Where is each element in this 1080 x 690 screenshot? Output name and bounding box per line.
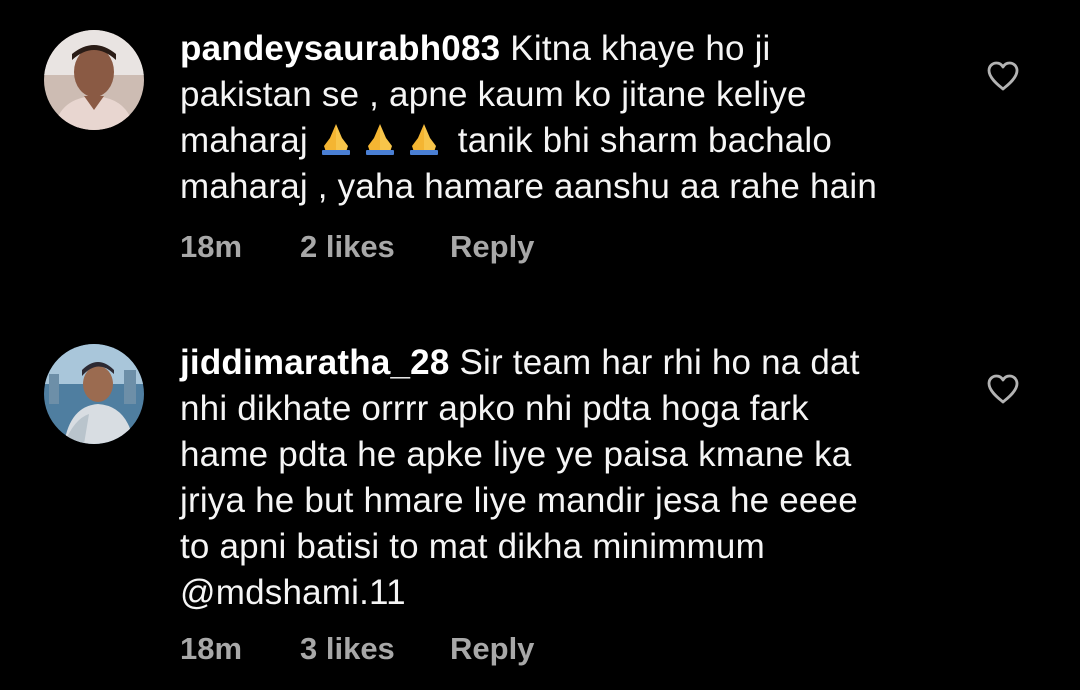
folded-hands-icon xyxy=(365,124,394,155)
reply-button[interactable]: Reply xyxy=(450,229,534,265)
comment-line: maharaj , yaha hamare aanshu aa rahe hai… xyxy=(180,167,877,206)
folded-hands-icon xyxy=(321,124,350,155)
comment-line-text: Sir team har rhi ho na dat xyxy=(459,343,860,382)
comment-meta: 18m 3 likes Reply xyxy=(180,631,534,667)
comment-line: hame pdta he apke liye ye paisa kmane ka xyxy=(180,435,852,474)
mention-link[interactable]: @mdshami.11 xyxy=(180,570,940,616)
comment-line: pakistan se , apne kaum ko jitane keliye xyxy=(180,75,807,114)
comment-line-text: tanik bhi sharm bachalo xyxy=(457,121,833,160)
heart-outline-icon xyxy=(987,61,1019,91)
heart-outline-icon xyxy=(987,374,1019,404)
comment-line: jriya he but hmare liye mandir jesa he e… xyxy=(180,481,858,520)
avatar-image xyxy=(44,30,144,130)
comment-line: to apni batisi to mat dikha minimmum xyxy=(180,527,765,566)
comment-item: pandeysaurabh083 Kitna khaye ho ji pakist… xyxy=(0,0,1080,300)
like-button[interactable] xyxy=(986,373,1020,405)
reply-button[interactable]: Reply xyxy=(450,631,534,667)
comment-username[interactable]: pandeysaurabh083 xyxy=(180,29,500,68)
emoji-group xyxy=(318,121,442,160)
comment-line: nhi dikhate orrrr apko nhi pdta hoga far… xyxy=(180,389,809,428)
comment-time: 18m xyxy=(180,631,243,666)
avatar[interactable] xyxy=(44,30,144,130)
folded-hands-icon xyxy=(409,124,438,155)
avatar[interactable] xyxy=(44,344,144,444)
comment-meta: 18m 2 likes Reply xyxy=(180,229,534,265)
comment-likes[interactable]: 3 likes xyxy=(300,631,450,667)
like-button[interactable] xyxy=(986,60,1020,92)
comment-line: maharaj tanik bhi sharm bachalo xyxy=(180,118,940,164)
avatar-image xyxy=(44,344,144,444)
comment-likes[interactable]: 2 likes xyxy=(300,229,450,265)
comment-line: pandeysaurabh083 Kitna khaye ho ji xyxy=(180,26,940,72)
comment-time: 18m xyxy=(180,229,243,264)
comment-line-text: Kitna khaye ho ji xyxy=(510,29,771,68)
comment-line: jiddimaratha_28 Sir team har rhi ho na da… xyxy=(180,340,940,386)
comment-username[interactable]: jiddimaratha_28 xyxy=(180,343,450,382)
comment-text: jiddimaratha_28 Sir team har rhi ho na da… xyxy=(180,340,940,616)
comment-text: pandeysaurabh083 Kitna khaye ho ji pakist… xyxy=(180,26,940,210)
comment-line-text: maharaj xyxy=(180,121,308,160)
comment-item: jiddimaratha_28 Sir team har rhi ho na da… xyxy=(0,320,1080,690)
